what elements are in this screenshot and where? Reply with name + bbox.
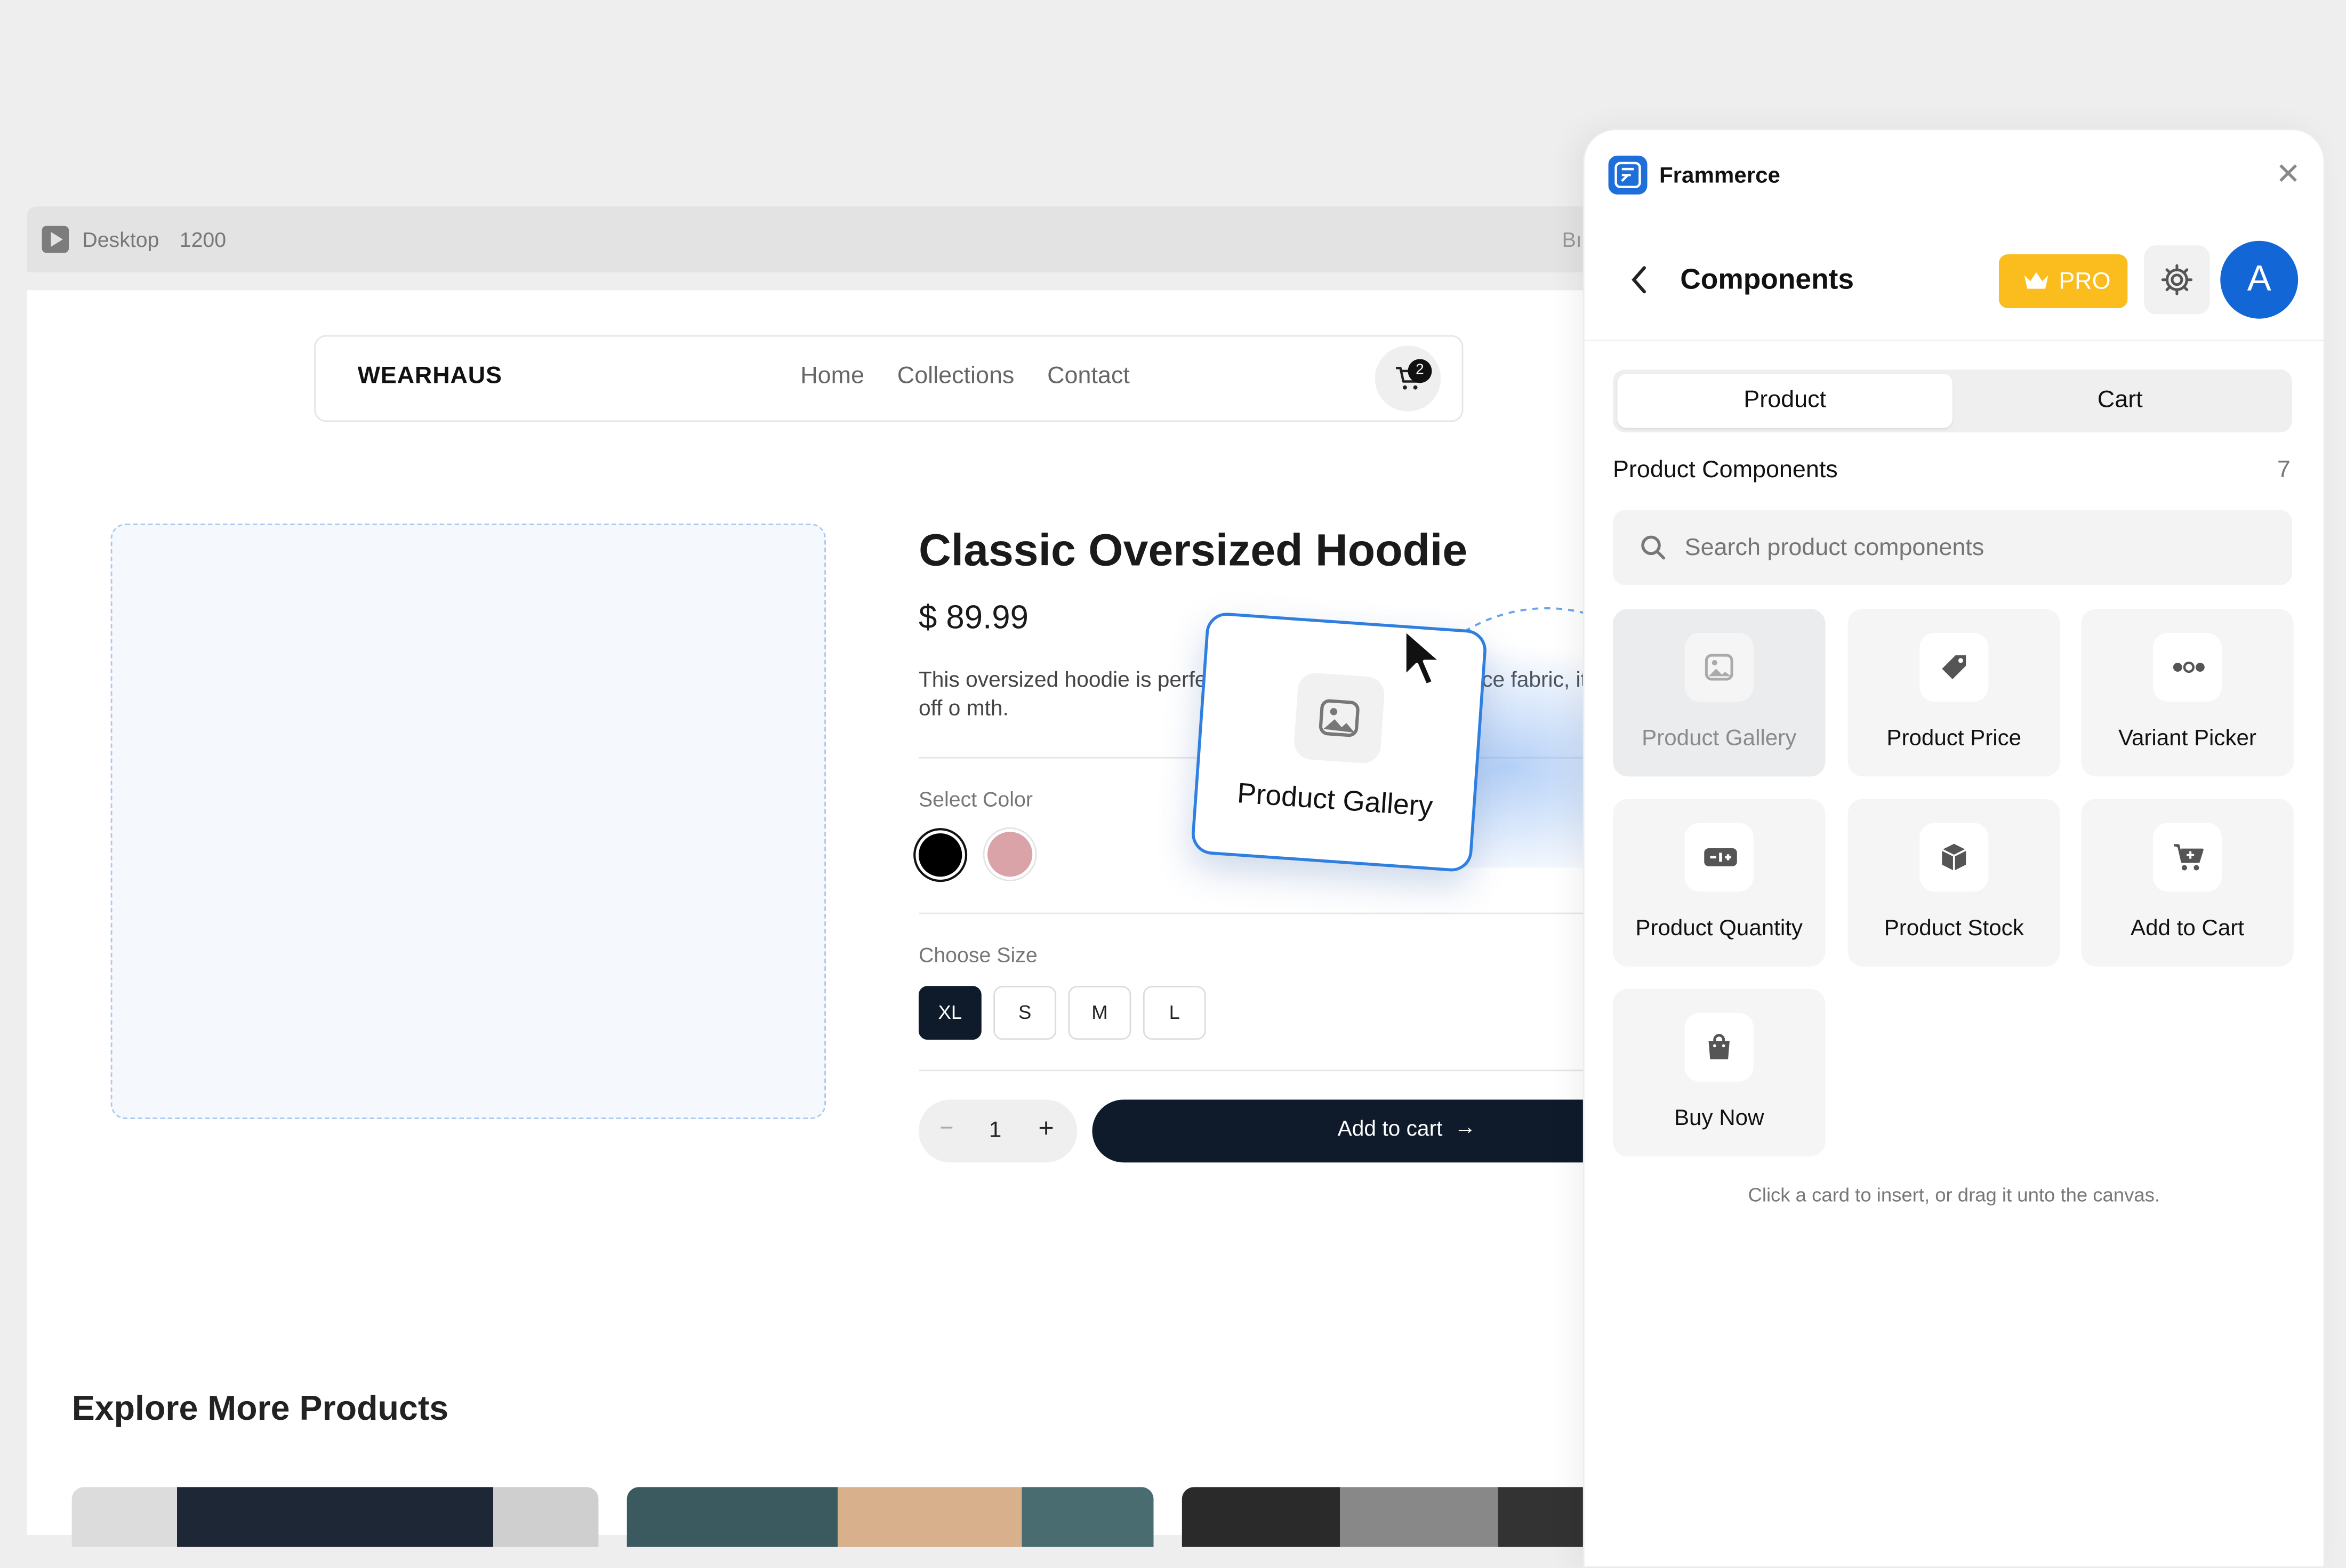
nav-link-home[interactable]: Home <box>800 364 864 391</box>
nav-link-collections[interactable]: Collections <box>897 364 1015 391</box>
component-card-label: Product Gallery <box>1642 725 1797 751</box>
product-thumbnail[interactable] <box>626 1487 1154 1547</box>
pro-button[interactable]: PRO <box>1998 254 2128 309</box>
size-option-l[interactable]: L <box>1143 986 1206 1040</box>
component-card-product-price[interactable]: Product Price <box>1847 609 2060 777</box>
size-option-xl[interactable]: XL <box>918 986 982 1040</box>
component-card-variant-picker[interactable]: Variant Picker <box>2081 609 2294 777</box>
choose-size-label: Choose Size <box>918 942 1038 967</box>
product-thumbnail[interactable] <box>71 1487 599 1547</box>
component-card-product-gallery[interactable]: Product Gallery <box>1612 609 1826 777</box>
size-options: XL S M L <box>918 986 1206 1040</box>
product-price: $ 89.99 <box>918 598 1029 636</box>
close-icon[interactable]: ✕ <box>2276 160 2301 190</box>
cart-button[interactable]: 2 <box>1375 345 1441 412</box>
component-card-label: Variant Picker <box>2118 725 2256 751</box>
app-name: Frammerce <box>1659 163 1780 189</box>
component-card-label: Add to Cart <box>2131 915 2244 942</box>
arrow-right-icon: → <box>1454 1116 1476 1140</box>
store-navbar: WEARHAUS Home Collections Contact 2 <box>314 335 1464 422</box>
component-card-add-to-cart[interactable]: Add to Cart <box>2081 799 2294 967</box>
quantity-value[interactable]: 1 <box>989 1117 1001 1143</box>
tab-product[interactable]: Product <box>1617 374 1953 428</box>
product-title: Classic Oversized Hoodie <box>918 526 1468 576</box>
image-icon <box>1684 632 1754 702</box>
add-to-cart-label: Add to cart <box>1337 1117 1443 1142</box>
cart-count-badge: 2 <box>1408 359 1432 383</box>
image-icon <box>1292 671 1386 765</box>
tab-cart[interactable]: Cart <box>1953 374 2288 428</box>
quantity-increase-button[interactable]: + <box>1038 1113 1054 1145</box>
select-color-label: Select Color <box>918 787 1033 811</box>
dragging-card-label: Product Gallery <box>1236 778 1434 824</box>
play-icon[interactable] <box>42 226 69 253</box>
components-panel: Frammerce ✕ Components PRO A Product Car… <box>1582 128 2325 1568</box>
screen: Desktop 1200 Bı WEARHAUS Home Collection… <box>0 0 2346 1568</box>
dragging-component-card[interactable]: Product Gallery <box>1190 611 1488 873</box>
quantity-stepper: − 1 + <box>918 1099 1078 1163</box>
frammerce-logo-icon <box>1608 155 1648 195</box>
bag-icon <box>1684 1012 1754 1082</box>
divider <box>1584 339 2324 341</box>
settings-button[interactable] <box>2144 245 2210 315</box>
nav-links: Home Collections Contact <box>800 364 1130 391</box>
component-card-label: Product Quantity <box>1635 915 1803 942</box>
dots-icon <box>2152 632 2222 702</box>
crown-icon <box>2024 272 2048 289</box>
size-option-m[interactable]: M <box>1068 986 1131 1040</box>
breakpoint-width: 1200 <box>179 227 227 252</box>
color-swatch-black[interactable] <box>918 833 962 877</box>
price-tag-icon <box>1919 632 1989 702</box>
page-canvas: WEARHAUS Home Collections Contact 2 Clas… <box>27 290 1721 1547</box>
box-icon <box>1919 823 1989 892</box>
size-option-s[interactable]: S <box>993 986 1057 1040</box>
section-count: 7 <box>2277 457 2291 484</box>
product-gallery-dropzone[interactable] <box>110 524 826 1119</box>
component-card-product-stock[interactable]: Product Stock <box>1847 799 2060 967</box>
gear-icon <box>2161 264 2193 295</box>
quantity-decrease-button[interactable]: − <box>939 1116 953 1143</box>
divider <box>918 912 1613 914</box>
color-swatch-pink[interactable] <box>987 832 1033 877</box>
back-arrow-icon[interactable] <box>1629 265 1650 295</box>
component-card-label: Product Price <box>1886 725 2022 751</box>
divider <box>918 1070 1613 1072</box>
component-search <box>1612 510 2292 585</box>
component-card-product-quantity[interactable]: Product Quantity <box>1612 799 1826 967</box>
avatar[interactable]: A <box>2220 240 2299 319</box>
mouse-cursor-icon <box>1403 628 1443 687</box>
component-card-buy-now[interactable]: Buy Now <box>1612 988 1826 1157</box>
explore-section-title: Explore More Products <box>71 1388 449 1428</box>
nav-link-contact[interactable]: Contact <box>1047 364 1130 391</box>
pro-label: PRO <box>2059 269 2111 295</box>
search-input[interactable] <box>1682 528 2271 570</box>
component-card-label: Buy Now <box>1674 1105 1764 1131</box>
store-logo[interactable]: WEARHAUS <box>358 364 502 391</box>
search-icon <box>1641 535 1666 560</box>
quantity-icon <box>1684 823 1754 892</box>
section-title: Product Components <box>1612 457 1838 484</box>
component-card-label: Product Stock <box>1884 915 2024 942</box>
component-tabs: Product Cart <box>1612 369 2292 432</box>
canvas-toolbar: Desktop 1200 Bı <box>27 206 1613 272</box>
panel-hint-text: Click a card to insert, or drag it unto … <box>1748 1183 2160 1206</box>
canvas-toolbar-edge-text: Bı <box>1562 227 1582 252</box>
cart-icon <box>2152 823 2222 892</box>
device-label[interactable]: Desktop <box>82 228 159 252</box>
panel-title: Components <box>1680 264 1854 296</box>
